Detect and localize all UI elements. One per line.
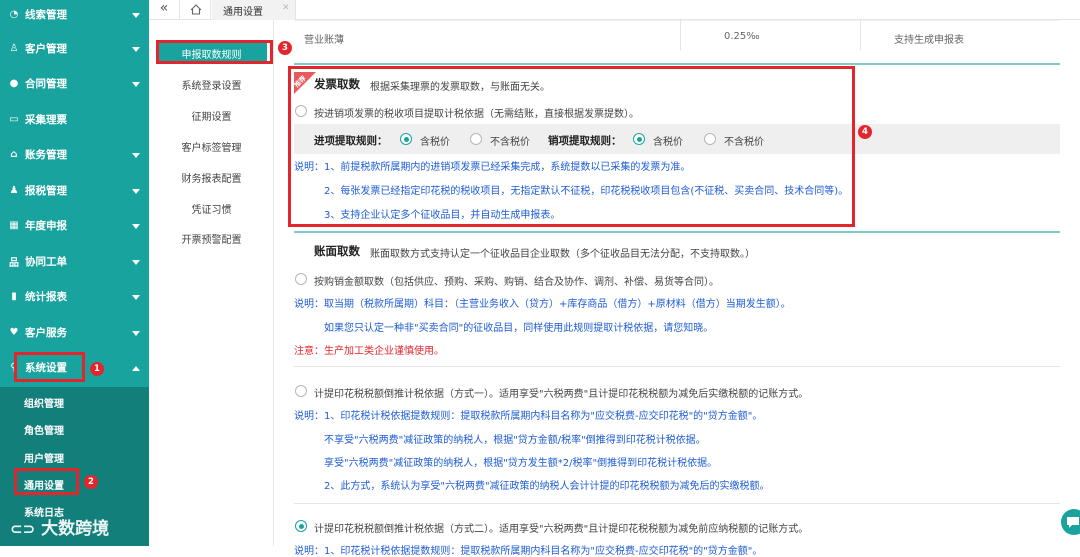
sidebar-item-label: 报税管理 [25, 185, 67, 198]
menu-item-invoice-alert[interactable]: 开票预警配置 [149, 231, 274, 246]
sidebar-item-accounts[interactable]: ⌂ 账务管理 [0, 137, 149, 173]
sidebar-item-leads[interactable]: ◔ 线索管理 [0, 0, 149, 33]
section-divider [294, 231, 1060, 233]
highlight-box-declaration-rules [156, 40, 273, 64]
section-divider [294, 366, 1060, 367]
sidebar-item-invoice-collect[interactable]: ▭ 采集理票 [0, 102, 149, 138]
chevron-down-icon [132, 46, 140, 52]
method1-note-1: 说明：1、印花税计税依据提数规则：提取税款所属期内科目名称为"应交税费-应交印花… [294, 411, 763, 422]
sidebar-item-label: 合同管理 [25, 78, 67, 91]
sidebar-item-label: 年度申报 [25, 220, 67, 233]
collapse-sidebar-icon[interactable]: « [155, 0, 173, 18]
chevron-down-icon [132, 259, 140, 265]
menu-item-customer-tags[interactable]: 客户标签管理 [149, 139, 274, 154]
calendar-icon: ▦ [9, 220, 19, 232]
heart-icon: ♥ [9, 327, 19, 339]
step-badge-2: 2 [84, 475, 98, 489]
ledger-section-desc: 账面取数方式支持认定一个征收品目企业取数（多个征收品目无法分配，不支持取数。） [370, 249, 755, 260]
table-divider [294, 20, 1060, 21]
sidebar-item-label: 客户管理 [25, 43, 67, 56]
sidebar-item-label: 采集理票 [25, 114, 67, 127]
step-badge-4: 4 [858, 125, 872, 139]
menu-item-login-settings[interactable]: 系统登录设置 [149, 77, 274, 92]
close-tab-icon[interactable]: ✕ [282, 3, 290, 13]
sidebar-item-customers[interactable]: ♙ 客户管理 [0, 31, 149, 67]
chat-support-button[interactable] [1061, 509, 1080, 535]
step-badge-1: 1 [90, 362, 104, 376]
tab-home[interactable] [179, 0, 211, 20]
sidebar-item-label: 线索管理 [25, 9, 67, 22]
section-divider [294, 503, 1060, 504]
table-col-divider [860, 20, 861, 50]
highlight-box-system-settings [14, 352, 85, 382]
ledger-option-radio[interactable] [295, 273, 307, 285]
chat-icon [1067, 517, 1079, 528]
sidebar-item-workorders[interactable]: 品 协同工单 [0, 244, 149, 280]
method1-option-radio[interactable] [295, 385, 307, 397]
bank-icon: ⌂ [10, 149, 18, 161]
sidebar-item-service[interactable]: ♥ 客户服务 [0, 315, 149, 351]
watermark-symbol-icon: ⊂⊃ [10, 520, 36, 538]
sidebar-item-label: 协同工单 [25, 256, 67, 269]
chevron-down-icon [132, 12, 140, 18]
ledger-option-label: 按购销金额取数（包括供应、预购、采购、购销、结合及协作、调剂、补偿、易货等合同）… [314, 277, 719, 288]
sidebar-item-contracts[interactable]: ● 合同管理 [0, 66, 149, 102]
sidebar-item-label: 账务管理 [25, 149, 67, 162]
sidebar-item-reports[interactable]: ▮ 统计报表 [0, 279, 149, 315]
sidebar-item-label: 客户服务 [25, 327, 67, 340]
table-cell: 支持生成申报表 [894, 35, 964, 46]
chevron-down-icon [132, 330, 140, 336]
method1-note-4: 2、此方式，系统认为享受"六税两费"减征政策的纳税人会计计提的印花税税额为减免后… [324, 481, 770, 492]
user-group-icon: ♟ [9, 185, 19, 197]
ledger-note-1: 说明：取当期（税款所属期）科目：（主营业务收入（贷方）+库存商品（借方）+原材料… [294, 299, 791, 310]
card-icon: ▭ [9, 114, 19, 126]
chevron-down-icon [132, 152, 140, 158]
highlight-box-general-settings [14, 468, 79, 495]
sidebar: ◔ 线索管理 ♙ 客户管理 ● 合同管理 ▭ 采集理票 ⌂ 账务管理 ♟ 报税管… [0, 0, 149, 546]
method1-option-label: 计提印花税税额倒推计税依据（方式一）。适用享受"六税两费"且计提印花税税额为减免… [314, 389, 809, 400]
table-col-divider [680, 20, 681, 50]
submenu-item-users[interactable]: 用户管理 [24, 450, 64, 465]
method2-note-1: 说明：1、印花税计税依据提数规则：提取税款所属期内科目名称为"应交税费-应交印花… [294, 546, 763, 557]
ledger-note-2: 如果您只认定一种非"买卖合同"的征收品目，同样使用此规则提取计税依据，请您知晓。 [324, 323, 714, 334]
user-icon: ● [9, 78, 19, 90]
method1-note-3: 享受"六税两费"减征政策的纳税人，根据"贷方发生额*2/税率"倒推得到印花税计税… [324, 458, 718, 469]
watermark-logo: ⊂⊃ 大数跨境 [10, 514, 109, 539]
gauge-icon: ◔ [9, 9, 19, 21]
method1-note-2: 不享受"六税两费"减征政策的纳税人，根据"贷方金额/税率"倒推得到印花税计税依据… [324, 435, 706, 446]
ledger-warning: 注意：生产加工类企业谨慎使用。 [294, 346, 444, 357]
table-cell: 0.25‰ [724, 31, 760, 42]
submenu-item-roles[interactable]: 角色管理 [24, 422, 64, 437]
highlight-box-invoice-section [288, 66, 855, 227]
chevron-down-icon [132, 81, 140, 87]
menu-item-period-settings[interactable]: 征期设置 [149, 108, 274, 123]
chevron-down-icon [132, 188, 140, 194]
settings-menu: 申报取数规则 系统登录设置 征期设置 客户标签管理 财务报表配置 凭证习惯 开票… [149, 20, 274, 546]
section-divider [294, 63, 1060, 65]
method2-option-label: 计提印花税税额倒推计税依据（方式二）。适用享受"六税两费"且计提印花税税额为减免… [314, 524, 809, 535]
users-icon: ♙ [9, 43, 19, 55]
tab-label: 通用设置 [223, 7, 263, 18]
table-cell: 营业账薄 [304, 35, 344, 46]
sidebar-item-label: 统计报表 [25, 291, 67, 304]
home-icon [190, 4, 202, 15]
tab-bar: « 通用设置 ✕ [149, 0, 1080, 20]
chevron-up-icon [132, 365, 140, 371]
method2-option-radio[interactable] [295, 520, 307, 532]
bar-chart-icon: ▮ [11, 291, 17, 303]
sidebar-item-annual[interactable]: ▦ 年度申报 [0, 208, 149, 244]
sitemap-icon: 品 [9, 258, 19, 270]
menu-item-report-config[interactable]: 财务报表配置 [149, 170, 274, 185]
ledger-section-title: 账面取数 [314, 244, 360, 258]
submenu-item-organization[interactable]: 组织管理 [24, 395, 64, 410]
menu-item-voucher-habits[interactable]: 凭证习惯 [149, 201, 274, 216]
tab-general-settings[interactable]: 通用设置 ✕ [212, 0, 296, 20]
chevron-down-icon [132, 294, 140, 300]
watermark-text: 大数跨境 [41, 519, 110, 539]
sidebar-item-tax-filing[interactable]: ♟ 报税管理 [0, 173, 149, 209]
chevron-down-icon [132, 223, 140, 229]
